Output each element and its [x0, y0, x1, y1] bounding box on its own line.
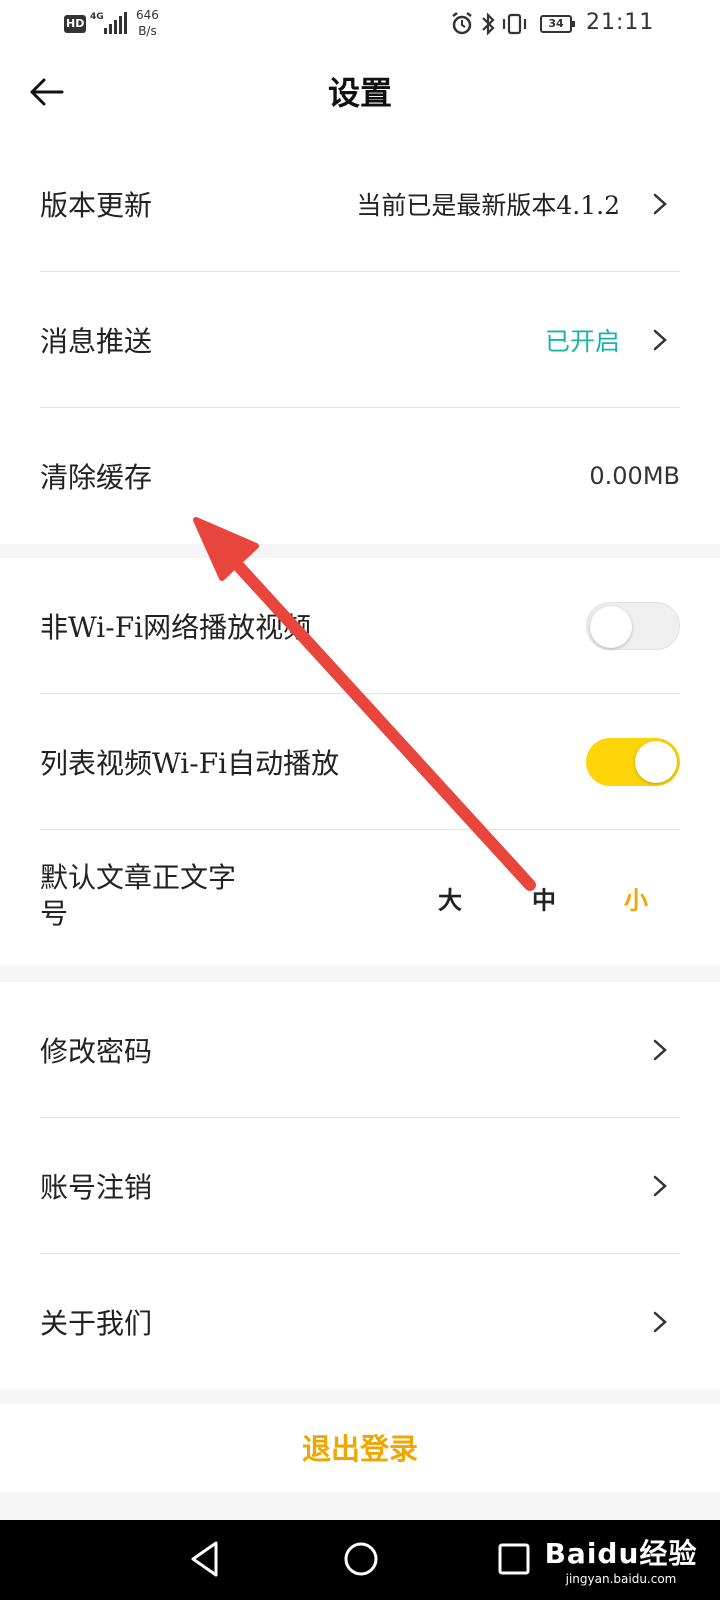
chevron-right-icon — [653, 1311, 667, 1333]
network-speed: 646 B/s — [136, 7, 159, 39]
account-cancel-label: 账号注销 — [40, 1171, 153, 1204]
alarm-icon — [452, 12, 472, 35]
non-wifi-play-label: 非Wi-Fi网络播放视频 — [40, 611, 312, 644]
list-autoplay-row: 列表视频Wi-Fi自动播放 — [0, 694, 720, 830]
chevron-right-icon — [653, 193, 667, 215]
about-us-row[interactable]: 关于我们 — [0, 1254, 720, 1390]
hd-badge: HD — [64, 15, 87, 33]
about-us-label: 关于我们 — [40, 1307, 153, 1340]
non-wifi-play-row: 非Wi-Fi网络播放视频 — [0, 558, 720, 694]
font-size-label-line1: 默认文章正文字 — [40, 861, 237, 894]
chevron-right-icon — [653, 1039, 667, 1061]
list-autoplay-label: 列表视频Wi-Fi自动播放 — [40, 747, 340, 780]
push-status-value: 已开启 — [544, 327, 620, 356]
toggle-knob — [635, 741, 677, 783]
header-bar: 设置 — [0, 48, 720, 136]
clear-cache-row[interactable]: 清除缓存 0.00MB — [0, 408, 720, 544]
page-title: 设置 — [327, 74, 392, 112]
account-cancel-row[interactable]: 账号注销 — [0, 1118, 720, 1254]
font-size-row: 默认文章正文字 号 大 中 小 — [0, 830, 720, 966]
version-update-row[interactable]: 版本更新 当前已是最新版本4.1.2 — [0, 136, 720, 272]
watermark-logo: Baidu经验 — [544, 1537, 698, 1570]
vibrate-icon — [502, 13, 527, 35]
logout-button[interactable]: 退出登录 — [302, 1426, 418, 1468]
playback-section: 非Wi-Fi网络播放视频 列表视频Wi-Fi自动播放 默认文章正文字 号 大 中… — [0, 558, 720, 966]
chevron-right-icon — [653, 329, 667, 351]
font-size-small[interactable]: 小 — [624, 881, 648, 916]
chevron-right-icon — [653, 1175, 667, 1197]
account-section: 修改密码 账号注销 关于我们 — [0, 982, 720, 1390]
nav-back-icon[interactable] — [188, 1540, 222, 1578]
status-bar: HD 4G 646 B/s 34 21:11 — [0, 0, 720, 48]
speed-value: 646 — [136, 8, 159, 22]
speed-unit: B/s — [138, 24, 157, 38]
baidu-watermark: Baidu经验 jingyan.baidu.com — [536, 1532, 706, 1586]
nav-recents-icon[interactable] — [496, 1540, 532, 1578]
battery-indicator: 34 — [540, 15, 575, 33]
bluetooth-icon — [482, 12, 495, 36]
push-notification-label: 消息推送 — [40, 325, 153, 358]
toggle-knob — [590, 606, 632, 648]
change-password-row[interactable]: 修改密码 — [0, 982, 720, 1118]
font-size-large[interactable]: 大 — [438, 881, 462, 916]
cache-size-value: 0.00MB — [589, 462, 680, 490]
change-password-label: 修改密码 — [40, 1035, 153, 1068]
clear-cache-label: 清除缓存 — [40, 461, 153, 494]
signal-icon — [104, 12, 127, 34]
status-time: 21:11 — [586, 10, 655, 35]
version-update-value: 当前已是最新版本4.1.2 — [356, 191, 620, 220]
non-wifi-play-toggle[interactable] — [586, 602, 680, 650]
version-update-label: 版本更新 — [40, 189, 153, 222]
nav-home-icon[interactable] — [342, 1540, 380, 1578]
list-autoplay-toggle[interactable] — [586, 738, 680, 786]
font-size-label-line2: 号 — [40, 897, 69, 930]
font-size-medium[interactable]: 中 — [532, 881, 556, 916]
settings-screen: HD 4G 646 B/s 34 21:11 设置 版本更新 当前已是最新版本4… — [0, 0, 720, 1600]
status-icons — [452, 12, 527, 36]
push-notification-row[interactable]: 消息推送 已开启 — [0, 272, 720, 408]
watermark-url: jingyan.baidu.com — [565, 1572, 677, 1586]
general-section: 版本更新 当前已是最新版本4.1.2 消息推送 已开启 清除缓存 0.00MB — [0, 136, 720, 544]
logout-bar: 退出登录 — [0, 1404, 720, 1492]
network-type: 4G — [90, 12, 104, 22]
font-size-label: 默认文章正文字 号 — [40, 860, 270, 932]
